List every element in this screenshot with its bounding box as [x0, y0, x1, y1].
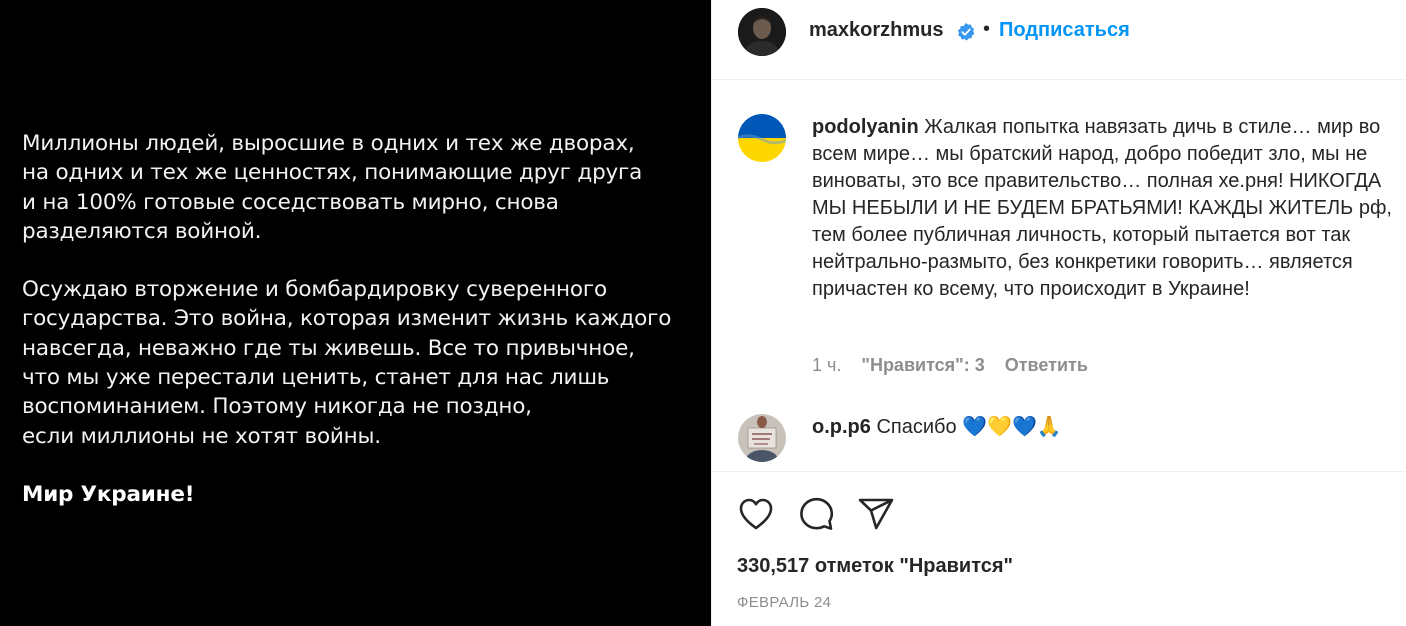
comment-body: podolyanin Жалкая попытка навязать дичь … — [812, 114, 1402, 303]
commenter-avatar[interactable] — [738, 414, 786, 462]
share-icon[interactable] — [856, 494, 896, 534]
author-username[interactable]: maxkorzhmus — [809, 19, 944, 42]
post-date[interactable]: ФЕВРАЛЬ 24 — [737, 594, 831, 611]
post-image-text: Миллионы людей, выросшие в одних и тех ж… — [22, 129, 702, 509]
comment-text: Спасибо 💙💛💙🙏 — [876, 416, 1062, 438]
likes-count[interactable]: 330,517 отметок "Нравится" — [737, 555, 1013, 578]
post-header: maxkorzhmus • Подписаться — [712, 0, 1406, 80]
image-paragraph-1: Миллионы людей, выросшие в одних и тех ж… — [22, 131, 643, 244]
comment-icon[interactable] — [796, 494, 836, 534]
post-sidebar: maxkorzhmus • Подписаться podolyanin Жал… — [711, 0, 1406, 626]
comment-username[interactable]: o.p.p6 — [812, 416, 871, 438]
heart-icon[interactable] — [736, 494, 776, 534]
verified-badge-icon — [956, 22, 976, 42]
comment-text: Жалкая попытка навязать дичь в стиле… ми… — [812, 116, 1392, 300]
comment-time[interactable]: 1 ч. — [812, 355, 841, 375]
reply-button[interactable]: Ответить — [1005, 355, 1088, 375]
post-actions: 330,517 отметок "Нравится" ФЕВРАЛЬ 24 — [712, 471, 1406, 626]
comment-body: o.p.p6 Спасибо 💙💛💙🙏 — [812, 414, 1402, 441]
image-closing-line: Мир Украине! — [22, 481, 195, 507]
comment-likes[interactable]: "Нравится": 3 — [861, 355, 984, 375]
follow-button[interactable]: Подписаться — [999, 19, 1130, 42]
image-paragraph-2: Осуждаю вторжение и бомбардировку сувере… — [22, 277, 672, 449]
comment-username[interactable]: podolyanin — [812, 116, 919, 138]
commenter-avatar-ukraine-flag[interactable] — [738, 114, 786, 162]
comments-list[interactable]: podolyanin Жалкая попытка навязать дичь … — [712, 81, 1406, 471]
comment-meta: 1 ч. "Нравится": 3 Ответить — [812, 355, 1103, 376]
header-separator: • — [983, 18, 991, 40]
author-avatar[interactable] — [738, 8, 786, 56]
post-image: Миллионы людей, выросшие в одних и тех ж… — [0, 0, 711, 626]
